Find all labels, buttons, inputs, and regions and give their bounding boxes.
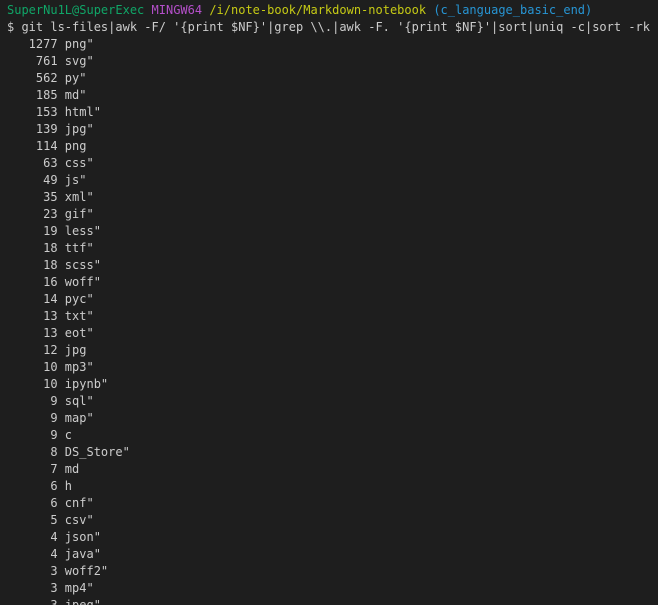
- output-line: 4 json": [7, 529, 658, 546]
- prompt-path: /i/note-book/Markdown-notebook: [209, 3, 426, 17]
- output-line: 9 sql": [7, 393, 658, 410]
- output-line: 12 jpg: [7, 342, 658, 359]
- output-line: 13 txt": [7, 308, 658, 325]
- output-line: 4 java": [7, 546, 658, 563]
- output-line: 9 map": [7, 410, 658, 427]
- output-line: 18 scss": [7, 257, 658, 274]
- output-line: 562 py": [7, 70, 658, 87]
- output-line: 8 DS_Store": [7, 444, 658, 461]
- prompt-user-host: SuperNu1L@SuperExec: [7, 3, 144, 17]
- output-line: 3 jpeg": [7, 597, 658, 605]
- output-line: 35 xml": [7, 189, 658, 206]
- output-line: 3 woff2": [7, 563, 658, 580]
- output-line: 18 ttf": [7, 240, 658, 257]
- output-line: 153 html": [7, 104, 658, 121]
- output-line: 23 gif": [7, 206, 658, 223]
- command-line: $ git ls-files|awk -F/ '{print $NF}'|gre…: [7, 19, 658, 36]
- output-line: 63 css": [7, 155, 658, 172]
- output-line: 49 js": [7, 172, 658, 189]
- output-lines: 1277 png" 761 svg" 562 py" 185 md" 153 h…: [7, 36, 658, 605]
- prompt-git-branch: (c_language_basic_end): [433, 3, 592, 17]
- output-line: 7 md: [7, 461, 658, 478]
- output-line: 761 svg": [7, 53, 658, 70]
- output-line: 13 eot": [7, 325, 658, 342]
- output-line: 5 csv": [7, 512, 658, 529]
- output-line: 185 md": [7, 87, 658, 104]
- prompt-msystem: MINGW64: [152, 3, 203, 17]
- output-line: 9 c: [7, 427, 658, 444]
- output-line: 19 less": [7, 223, 658, 240]
- output-line: 16 woff": [7, 274, 658, 291]
- output-line: 10 ipynb": [7, 376, 658, 393]
- output-line: 3 mp4": [7, 580, 658, 597]
- terminal[interactable]: SuperNu1L@SuperExec MINGW64 /i/note-book…: [0, 0, 658, 605]
- output-line: 10 mp3": [7, 359, 658, 376]
- output-line: 1277 png": [7, 36, 658, 53]
- output-line: 6 h: [7, 478, 658, 495]
- output-line: 139 jpg": [7, 121, 658, 138]
- output-line: 6 cnf": [7, 495, 658, 512]
- output-line: 14 pyc": [7, 291, 658, 308]
- prompt-line: SuperNu1L@SuperExec MINGW64 /i/note-book…: [7, 2, 658, 19]
- output-line: 114 png: [7, 138, 658, 155]
